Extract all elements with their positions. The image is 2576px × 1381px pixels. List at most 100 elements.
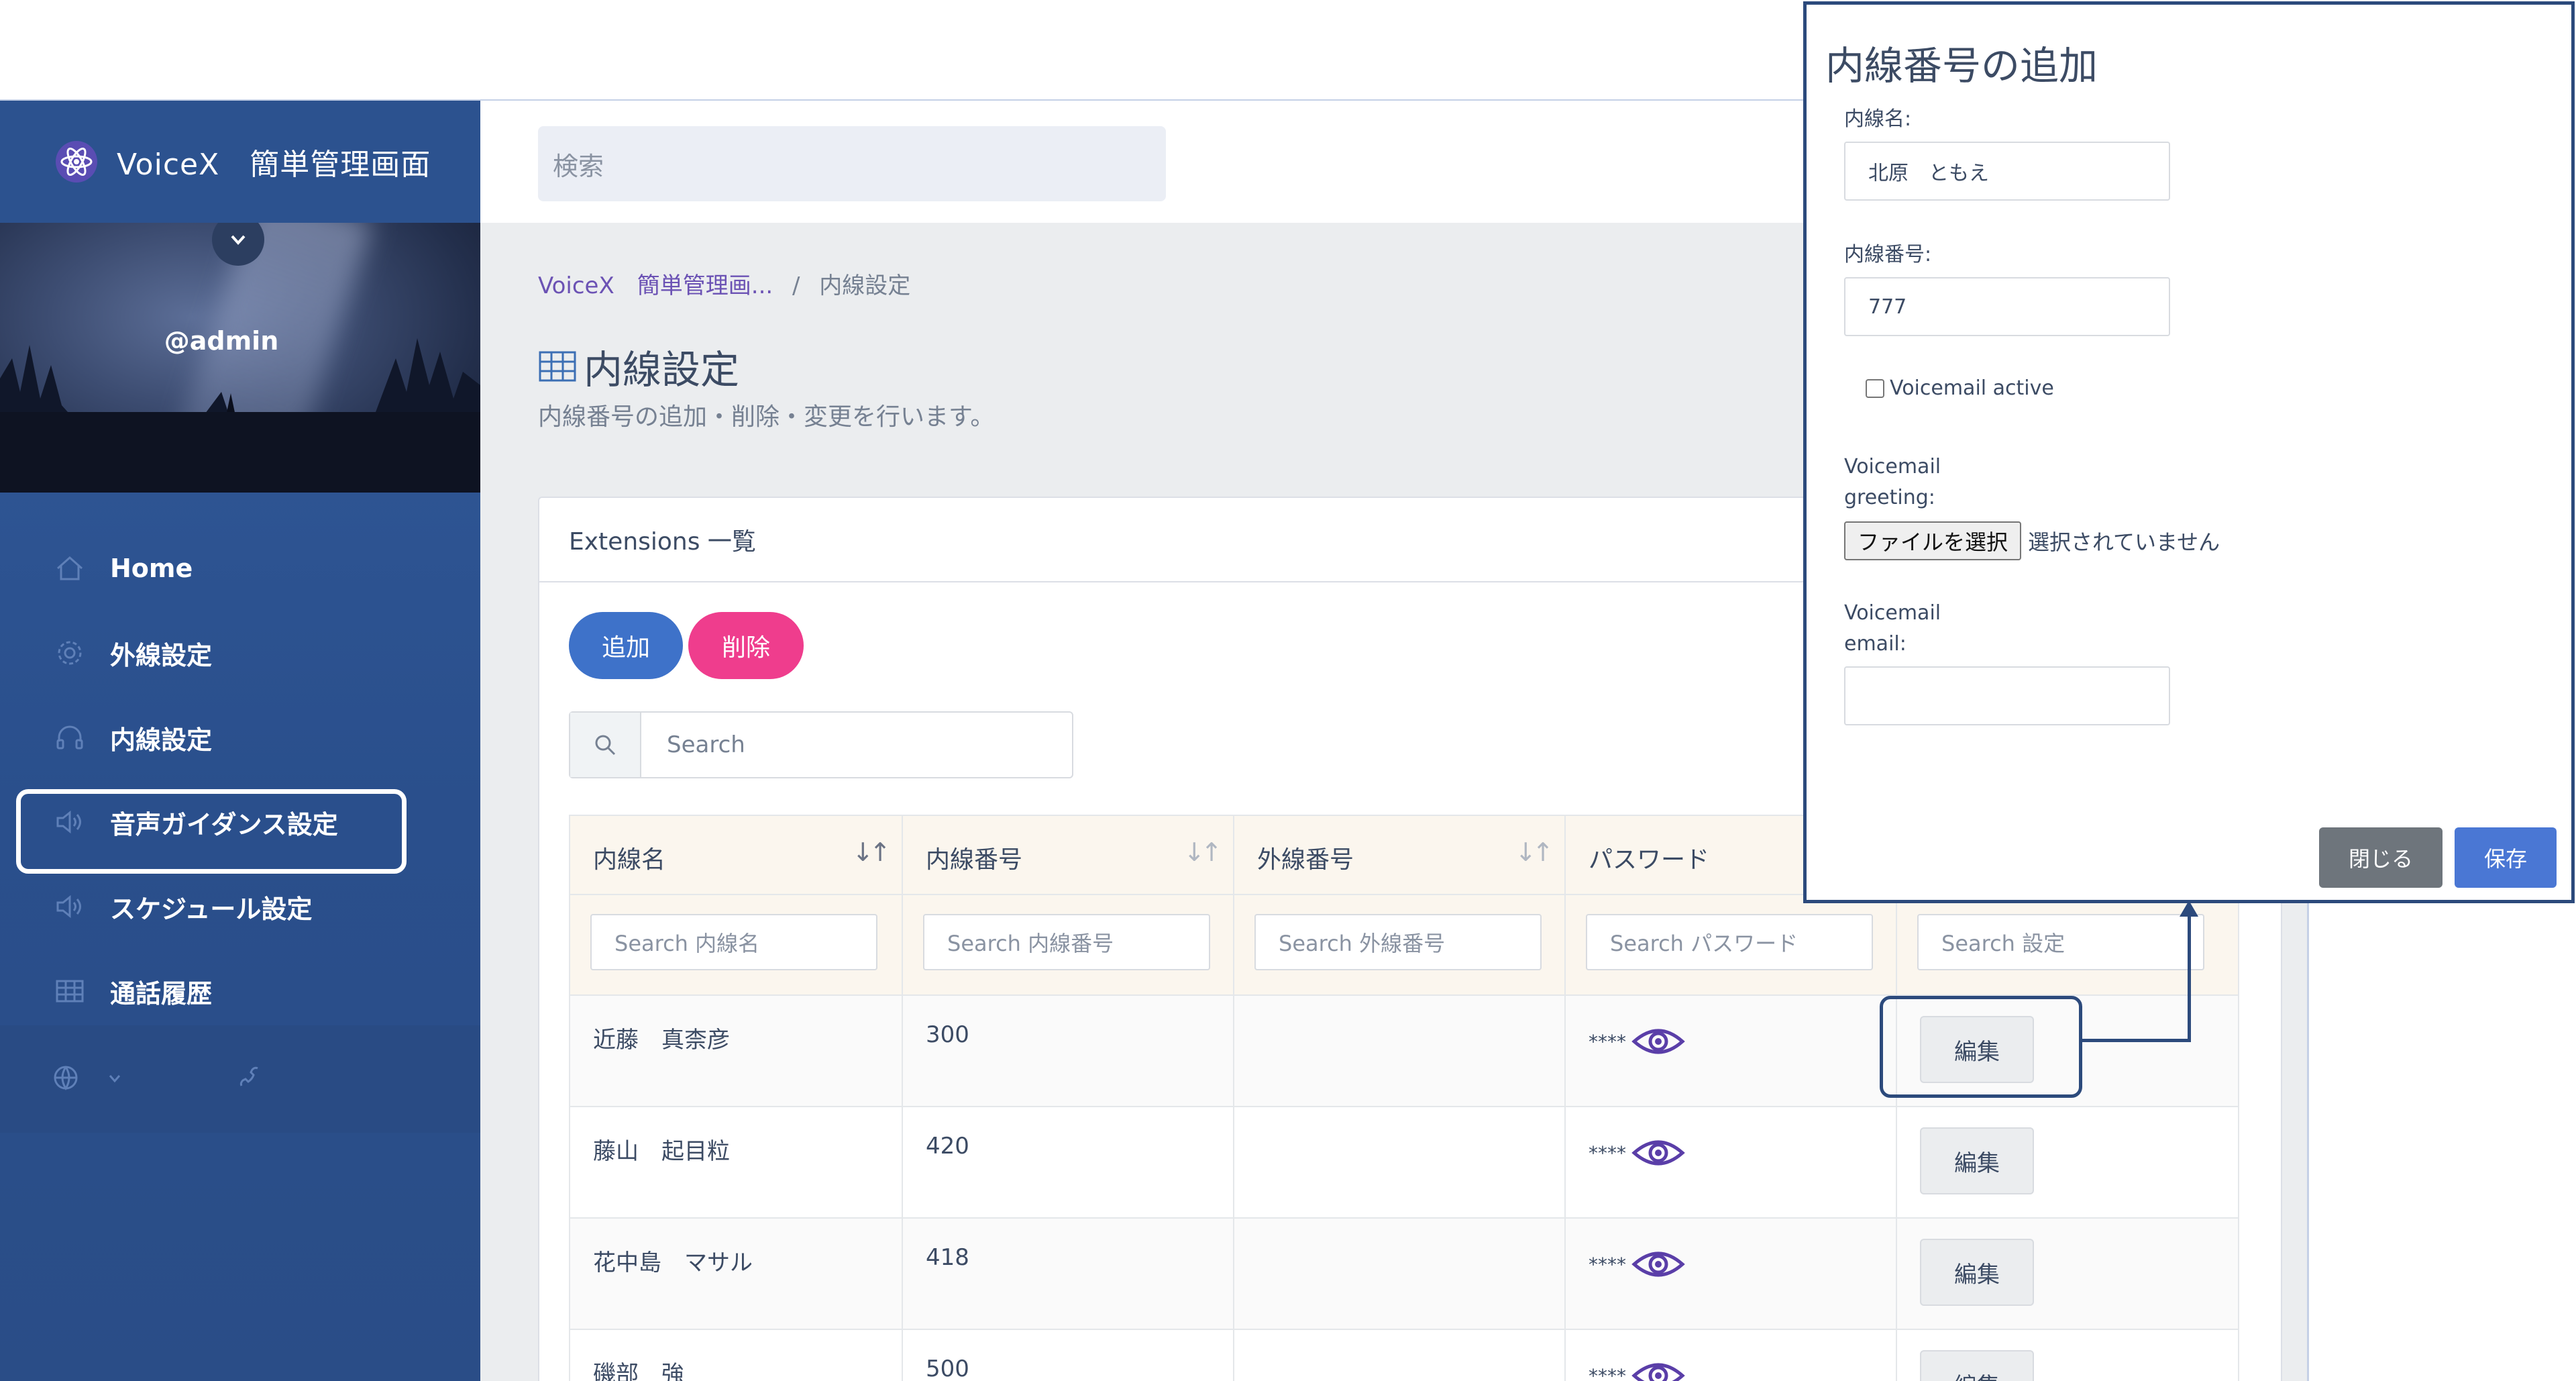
table-row: 磯部 強 500 **** 編集	[569, 1329, 2239, 1381]
password-mask: ****	[1589, 1030, 1626, 1053]
edit-button[interactable]: 編集	[1920, 1127, 2034, 1194]
cell-outside	[1233, 1106, 1566, 1219]
sidebar: VoiceX 簡単管理画面 @admin Home 外線設定 内線設定 音声ガイ…	[0, 101, 480, 1381]
edit-button[interactable]: 編集	[1920, 1350, 2034, 1381]
eye-icon[interactable]	[1631, 1024, 1685, 1059]
choose-file-button[interactable]: ファイルを選択	[1844, 521, 2022, 560]
voicemail-active-checkbox[interactable]: Voicemail active	[1866, 376, 2054, 400]
voicemail-email-input[interactable]	[1844, 666, 2170, 725]
cell-password: ****	[1564, 1217, 1897, 1330]
password-mask: ****	[1589, 1141, 1626, 1164]
voicemail-greeting-label: Voicemail greeting:	[1844, 452, 1941, 513]
column-header-label: 内線番号	[926, 846, 1023, 874]
delete-button[interactable]: 削除	[688, 612, 804, 679]
label-line: greeting:	[1844, 486, 1935, 509]
table-search-placeholder: Search	[667, 731, 745, 758]
table-search-input[interactable]: Search	[569, 711, 1073, 778]
add-button[interactable]: 追加	[569, 612, 683, 679]
modal-title: 内線番号の追加	[1825, 43, 2098, 89]
breadcrumb-separator: /	[792, 272, 800, 299]
edit-button-callout	[1880, 996, 2082, 1098]
brand-name: VoiceX 簡単管理画面	[117, 148, 431, 182]
cell-name: 近藤 真柰彦	[569, 994, 903, 1107]
cell-outside	[1233, 994, 1566, 1107]
search-placeholder: 検索	[553, 151, 604, 181]
greeting-file-picker: ファイルを選択 選択されていません	[1844, 521, 2220, 560]
eye-icon[interactable]	[1631, 1247, 1685, 1282]
sidebar-item-label: 通話履歴	[110, 978, 213, 1009]
extension-name-label: 内線名:	[1844, 107, 1912, 131]
cell-number: 500	[902, 1329, 1234, 1381]
sidebar-footer	[0, 1025, 480, 1133]
speaker-icon	[52, 889, 87, 924]
global-search-input[interactable]: 検索	[538, 126, 1166, 201]
extension-name-input[interactable]: 北原 ともえ	[1844, 142, 2170, 201]
atom-icon	[56, 141, 97, 183]
extension-number-label: 内線番号:	[1844, 243, 1932, 266]
callout-connector	[2188, 913, 2191, 1042]
chevron-down-icon[interactable]	[106, 1070, 123, 1087]
add-extension-modal: 内線番号の追加 内線名: 北原 ともえ 内線番号: 777 Voicemail …	[1803, 1, 2575, 903]
table-filter-row: Search 内線名 Search 内線番号 Search 外線番号 Searc…	[569, 894, 2239, 996]
home-icon	[52, 551, 87, 586]
sort-icon[interactable]: ↓↑	[1183, 837, 1222, 867]
cell-number: 300	[902, 994, 1234, 1107]
cell-name: 磯部 強	[569, 1329, 903, 1381]
eye-icon[interactable]	[1631, 1358, 1685, 1381]
breadcrumb-home-link[interactable]: VoiceX 簡単管理画...	[538, 272, 773, 299]
chevron-down-icon	[231, 235, 246, 245]
cell-password: ****	[1564, 1329, 1897, 1381]
edit-button[interactable]: 編集	[1920, 1239, 2034, 1306]
sidebar-item-outside-line[interactable]: 外線設定	[0, 611, 480, 695]
ground-decoration	[0, 412, 480, 493]
brand-bar[interactable]: VoiceX 簡単管理画面	[0, 101, 480, 223]
table-icon	[539, 351, 576, 382]
sidebar-item-call-history[interactable]: 通話履歴	[0, 949, 480, 1033]
sidebar-highlight-callout	[16, 789, 407, 874]
voicemail-email-label: Voicemail email:	[1844, 598, 1941, 660]
cell-name: 藤山 起目粒	[569, 1106, 903, 1219]
page-subtitle: 内線番号の追加・削除・変更を行います。	[538, 403, 995, 431]
checkbox-box[interactable]	[1866, 378, 1884, 398]
column-header[interactable]: 内線名 ↓↑	[569, 815, 903, 895]
page-title-text: 内線設定	[584, 347, 740, 393]
column-header-label: 外線番号	[1257, 846, 1354, 874]
filter-outside-input[interactable]: Search 外線番号	[1254, 914, 1542, 970]
table-icon	[52, 974, 87, 1009]
profile-banner: @admin	[0, 223, 480, 493]
globe-icon[interactable]	[51, 1063, 80, 1092]
sidebar-item-label: スケジュール設定	[110, 894, 313, 924]
close-button[interactable]: 閉じる	[2319, 827, 2443, 888]
sort-icon[interactable]: ↓↑	[1515, 837, 1554, 867]
sidebar-item-label: Home	[110, 554, 193, 583]
sidebar-item-label: 外線設定	[110, 640, 213, 670]
cell-outside	[1233, 1329, 1566, 1381]
sidebar-item-schedule[interactable]: スケジュール設定	[0, 864, 480, 949]
cell-number: 418	[902, 1217, 1234, 1330]
table-row: 藤山 起目粒 420 **** 編集	[569, 1106, 2239, 1219]
cell-number: 420	[902, 1106, 1234, 1219]
extension-number-input[interactable]: 777	[1844, 277, 2170, 336]
cell-outside	[1233, 1217, 1566, 1330]
filter-number-input[interactable]: Search 内線番号	[923, 914, 1210, 970]
cell-password: ****	[1564, 1106, 1897, 1219]
sort-icon[interactable]: ↓↑	[852, 837, 891, 867]
column-header-label: 内線名	[593, 846, 666, 874]
sidebar-item-label: 内線設定	[110, 725, 213, 755]
sidebar-item-home[interactable]: Home	[0, 526, 480, 611]
breadcrumb: VoiceX 簡単管理画... / 内線設定	[538, 267, 910, 300]
filter-password-input[interactable]: Search パスワード	[1586, 914, 1873, 970]
profile-username: @admin	[164, 326, 279, 356]
search-icon	[570, 713, 641, 777]
cell-password: ****	[1564, 994, 1897, 1107]
page-title: 内線設定	[538, 338, 739, 395]
filter-settings-input[interactable]: Search 設定	[1917, 914, 2204, 970]
filter-name-input[interactable]: Search 内線名	[590, 914, 877, 970]
save-button[interactable]: 保存	[2455, 827, 2557, 888]
eye-icon[interactable]	[1631, 1135, 1685, 1170]
password-mask: ****	[1589, 1253, 1626, 1276]
phone-icon[interactable]	[235, 1063, 264, 1092]
column-header[interactable]: 内線番号 ↓↑	[902, 815, 1234, 895]
column-header[interactable]: 外線番号 ↓↑	[1233, 815, 1566, 895]
sidebar-item-extension[interactable]: 内線設定	[0, 695, 480, 780]
